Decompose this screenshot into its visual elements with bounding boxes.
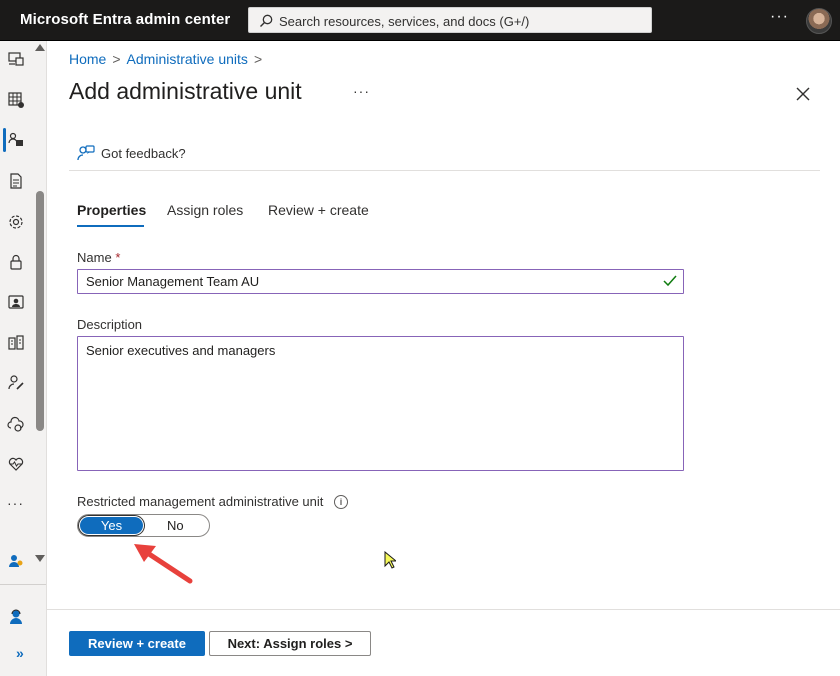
breadcrumb-administrative-units[interactable]: Administrative units (127, 51, 248, 67)
description-field[interactable]: Senior executives and managers (77, 336, 684, 471)
feedback-person-icon (77, 145, 95, 161)
gear-icon[interactable] (6, 212, 26, 232)
active-tab-indicator (77, 225, 144, 227)
breadcrumb-separator: > (112, 51, 121, 67)
scroll-up-icon[interactable] (35, 44, 45, 51)
tab-properties[interactable]: Properties (77, 202, 146, 218)
admin-units-icon[interactable] (6, 130, 26, 150)
search-input[interactable]: Search resources, services, and docs (G+… (279, 14, 529, 29)
id-card-icon[interactable] (6, 292, 26, 312)
breadcrumb: Home > Administrative units > (69, 51, 268, 67)
building-icon[interactable] (6, 333, 26, 353)
restricted-management-label: Restricted management administrative uni… (77, 494, 324, 509)
rail-scrollbar-thumb[interactable] (36, 191, 44, 431)
lock-icon[interactable] (6, 252, 26, 272)
description-label: Description (77, 317, 143, 332)
avatar[interactable] (806, 8, 832, 34)
name-label: Name * (77, 250, 121, 265)
rail-more-icon[interactable]: ··· (7, 495, 24, 511)
page-more-icon[interactable]: ··· (353, 83, 370, 99)
divider (69, 170, 820, 171)
top-bar: Microsoft Entra admin center Search reso… (0, 0, 840, 41)
breadcrumb-separator: > (253, 51, 263, 67)
restricted-management-toggle: Yes No (77, 514, 210, 537)
name-field[interactable] (77, 269, 684, 294)
grid-globe-icon[interactable] (6, 90, 26, 110)
users-icon[interactable] (6, 551, 26, 571)
mouse-cursor-icon (384, 551, 396, 569)
checkmark-icon (663, 275, 677, 287)
app-title[interactable]: Microsoft Entra admin center (20, 11, 230, 28)
close-icon[interactable] (792, 83, 814, 105)
annotation-arrow-icon (134, 544, 193, 584)
document-icon[interactable] (6, 171, 26, 191)
rail-divider (0, 584, 46, 585)
footer-divider (47, 609, 840, 610)
expand-rail-icon[interactable]: » (16, 645, 24, 661)
devices-icon[interactable] (6, 49, 26, 69)
settings-more-icon[interactable]: ··· (770, 8, 789, 26)
breadcrumb-home[interactable]: Home (69, 51, 106, 67)
page-title: Add administrative unit (69, 78, 302, 104)
toggle-yes-option[interactable]: Yes (80, 517, 143, 534)
tab-assign-roles[interactable]: Assign roles (167, 202, 243, 218)
scroll-down-icon[interactable] (35, 555, 45, 562)
left-navigation-rail: ··· » (0, 41, 47, 676)
feedback-link[interactable]: Got feedback? (77, 143, 186, 163)
required-marker: * (115, 250, 121, 265)
heart-monitor-icon[interactable] (6, 454, 26, 474)
user-edit-icon[interactable] (6, 373, 26, 393)
search-icon (260, 14, 273, 27)
global-search[interactable]: Search resources, services, and docs (G+… (248, 7, 652, 33)
toggle-no-option[interactable]: No (167, 518, 184, 533)
feedback-label: Got feedback? (101, 145, 186, 161)
info-icon[interactable]: i (334, 495, 348, 509)
next-assign-roles-button[interactable]: Next: Assign roles > (209, 631, 371, 656)
review-create-button[interactable]: Review + create (69, 631, 205, 656)
cloud-sync-icon[interactable] (6, 414, 26, 434)
person-support-icon[interactable] (6, 607, 26, 627)
tab-review-create[interactable]: Review + create (268, 202, 369, 218)
